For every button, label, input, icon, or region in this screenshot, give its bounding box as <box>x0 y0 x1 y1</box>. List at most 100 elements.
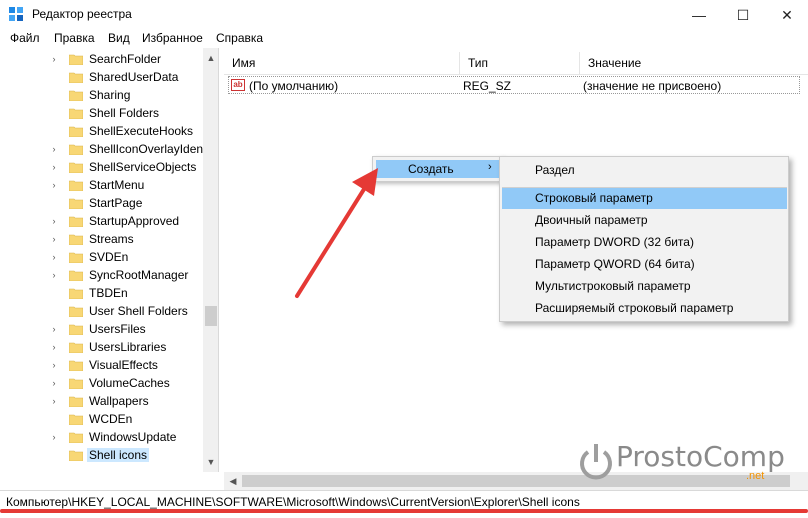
tree-item[interactable]: › StartupApproved <box>3 212 203 230</box>
tree-item[interactable]: WCDEn <box>3 410 203 428</box>
watermark-text: ProstoComp <box>616 440 785 473</box>
tree-item[interactable]: ShellExecuteHooks <box>3 122 203 140</box>
scroll-left-icon[interactable]: ◀ <box>227 475 239 487</box>
expand-chevron-icon[interactable]: › <box>49 432 59 442</box>
scroll-up-icon[interactable]: ▲ <box>205 52 217 64</box>
expand-chevron-icon[interactable]: › <box>49 270 59 280</box>
folder-icon <box>69 144 83 155</box>
maximize-button[interactable]: ☐ <box>725 0 761 30</box>
registry-tree[interactable]: › SearchFolder SharedUserData Sharing Shell … <box>3 48 219 472</box>
tree-item-label: Streams <box>89 232 134 246</box>
registry-path: Компьютер\HKEY_LOCAL_MACHINE\SOFTWARE\Mi… <box>6 495 580 509</box>
folder-icon <box>69 450 83 461</box>
menu-favorites[interactable]: Избранное <box>142 31 203 45</box>
expand-chevron-icon[interactable]: › <box>49 252 59 262</box>
value-row[interactable]: ab (По умолчанию) REG_SZ (значение не пр… <box>228 76 800 94</box>
expand-chevron-icon[interactable]: › <box>49 396 59 406</box>
tree-item[interactable]: Shell Folders <box>3 104 203 122</box>
tree-item[interactable]: › ShellServiceObjects <box>3 158 203 176</box>
tree-item[interactable]: › UsersLibraries <box>3 338 203 356</box>
folder-icon <box>69 324 83 335</box>
tree-item-label: SyncRootManager <box>89 268 189 282</box>
tree-item[interactable]: › VisualEffects <box>3 356 203 374</box>
menu-view[interactable]: Вид <box>108 31 130 45</box>
expand-chevron-icon[interactable]: › <box>49 216 59 226</box>
create-submenu: Раздел Строковый параметр Двоичный парамет… <box>499 156 789 322</box>
context-create-item[interactable]: Создать › <box>376 160 500 178</box>
menu-help[interactable]: Справка <box>216 31 263 45</box>
header-divider <box>224 74 808 75</box>
tree-item-label: ShellExecuteHooks <box>89 124 194 138</box>
tree-item[interactable]: › UsersFiles <box>3 320 203 338</box>
submenu-item-label: Расширяемый строковый параметр <box>535 301 734 315</box>
close-button[interactable]: ✕ <box>769 0 805 30</box>
power-logo-icon <box>580 444 612 480</box>
expand-chevron-icon[interactable]: › <box>49 144 59 154</box>
column-name-header[interactable]: Имя <box>224 52 460 74</box>
minimize-icon: — <box>692 7 706 23</box>
submenu-item-label: Раздел <box>535 163 575 177</box>
expand-chevron-icon[interactable]: › <box>49 360 59 370</box>
folder-icon <box>69 270 83 281</box>
expand-chevron-icon[interactable]: › <box>49 378 59 388</box>
tree-item[interactable]: TBDEn <box>3 284 203 302</box>
tree-item[interactable]: › Streams <box>3 230 203 248</box>
folder-icon <box>69 288 83 299</box>
submenu-item-label: Мультистроковый параметр <box>535 279 691 293</box>
tree-item[interactable]: › Wallpapers <box>3 392 203 410</box>
tree-item-label: ShellServiceObjects <box>89 160 197 174</box>
folder-icon <box>69 306 83 317</box>
submenu-item-label: Строковый параметр <box>535 191 653 205</box>
submenu-item[interactable]: Расширяемый строковый параметр <box>502 297 787 319</box>
tree-scroll-thumb[interactable] <box>205 306 217 326</box>
tree-item-label: Shell Folders <box>89 106 160 120</box>
tree-item[interactable]: › VolumeCaches <box>3 374 203 392</box>
column-value-header[interactable]: Значение <box>580 52 808 74</box>
value-name: (По умолчанию) <box>249 79 339 93</box>
folder-icon <box>69 396 83 407</box>
tree-item-label: SearchFolder <box>89 52 162 66</box>
tree-item-label: Wallpapers <box>89 394 149 408</box>
tree-item-label: User Shell Folders <box>89 304 188 318</box>
title-bar: Редактор реестра — ☐ ✕ <box>0 0 808 30</box>
expand-chevron-icon[interactable]: › <box>49 234 59 244</box>
tree-item[interactable]: › ShellIconOverlayIdent <box>3 140 207 158</box>
tree-item[interactable]: › StartMenu <box>3 176 203 194</box>
tree-item[interactable]: Sharing <box>3 86 203 104</box>
tree-item-label: StartMenu <box>89 178 145 192</box>
tree-item[interactable]: › SyncRootManager <box>3 266 203 284</box>
submenu-item[interactable]: Строковый параметр <box>502 187 787 209</box>
minimize-button[interactable]: — <box>681 0 717 30</box>
window-title: Редактор реестра <box>32 7 132 21</box>
tree-item[interactable]: Shell icons <box>3 446 203 464</box>
tree-item[interactable]: › WindowsUpdate <box>3 428 203 446</box>
tree-item-label: VolumeCaches <box>89 376 170 390</box>
tree-item[interactable]: SharedUserData <box>3 68 203 86</box>
submenu-item[interactable]: Параметр QWORD (64 бита) <box>502 253 787 275</box>
tree-item[interactable]: User Shell Folders <box>3 302 203 320</box>
submenu-item[interactable]: Двоичный параметр <box>502 209 787 231</box>
tree-item-label: StartupApproved <box>89 214 180 228</box>
expand-chevron-icon[interactable]: › <box>49 342 59 352</box>
scroll-down-icon[interactable]: ▼ <box>205 456 217 468</box>
menu-file[interactable]: Файл <box>10 31 40 45</box>
tree-item[interactable]: › SVDEn <box>3 248 203 266</box>
folder-icon <box>69 90 83 101</box>
expand-chevron-icon[interactable]: › <box>49 162 59 172</box>
folder-icon <box>69 54 83 65</box>
tree-item[interactable]: › SearchFolder <box>3 50 203 68</box>
expand-chevron-icon[interactable]: › <box>49 324 59 334</box>
expand-chevron-icon[interactable]: › <box>49 54 59 64</box>
menu-edit[interactable]: Правка <box>54 31 95 45</box>
submenu-item[interactable]: Раздел <box>502 159 787 181</box>
expand-chevron-icon[interactable]: › <box>49 180 59 190</box>
folder-icon <box>69 198 83 209</box>
tree-item-label: SharedUserData <box>89 70 179 84</box>
submenu-item[interactable]: Мультистроковый параметр <box>502 275 787 297</box>
column-type-header[interactable]: Тип <box>460 52 580 74</box>
menu-bar: Файл Правка Вид Избранное Справка <box>0 30 808 48</box>
submenu-item[interactable]: Параметр DWORD (32 бита) <box>502 231 787 253</box>
tree-item[interactable]: StartPage <box>3 194 203 212</box>
tree-item-label: Shell icons <box>87 448 150 462</box>
tree-scrollbar[interactable]: ▲ ▼ <box>203 48 218 472</box>
